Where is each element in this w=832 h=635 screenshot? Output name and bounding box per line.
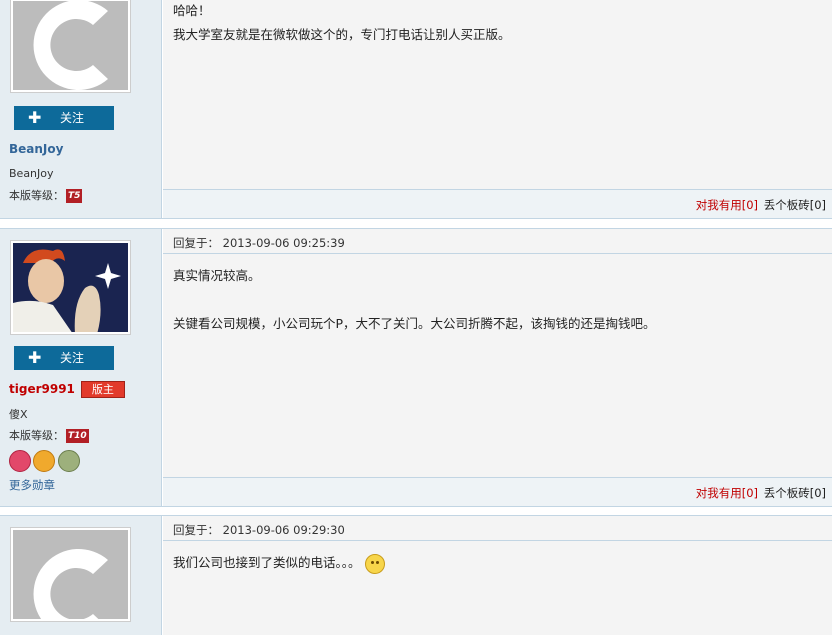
avatar[interactable]: [10, 240, 131, 335]
more-medals-link[interactable]: 更多勋章: [9, 477, 55, 493]
post-main: 回复于： 2013-09-06 09:25:39 真实情况较高。 关键看公司规模…: [163, 229, 832, 506]
user-sidebar: ✚ 关注 BeanJoy BeanJoy 本版等级： T5: [0, 0, 162, 218]
post-content: 哈哈！ 我大学室友就是在微软做这个的，专门打电话让别人买正版。: [173, 3, 511, 42]
post-main: 回复于： 2013-09-06 09:29:30 我们公司也接到了类似的电话。。…: [163, 516, 832, 635]
default-avatar-icon: [13, 530, 128, 619]
brick-link[interactable]: 丢个板砖[0]: [764, 485, 826, 501]
user-sidebar: [0, 516, 162, 635]
post-1: ✚ 关注 BeanJoy BeanJoy 本版等级： T5 哈哈！ 我大学室友就是…: [0, 0, 832, 219]
avatar[interactable]: [10, 0, 131, 93]
username[interactable]: tiger9991 版主: [9, 381, 125, 398]
user-sidebar: ✚ 关注 tiger9991 版主 傻X 本版等级： T10 更多勋章: [0, 229, 162, 506]
post-content: 我们公司也接到了类似的电话。。。: [173, 551, 822, 575]
green-medal-icon[interactable]: [58, 450, 80, 472]
camera-medal-icon[interactable]: [9, 450, 31, 472]
useful-link[interactable]: 对我有用[0]: [696, 485, 758, 501]
divider: [163, 253, 832, 254]
user-title: BeanJoy: [9, 167, 54, 180]
moderator-badge: 版主: [80, 381, 125, 398]
post-footer: 对我有用[0] 丢个板砖[0]: [163, 189, 832, 218]
user-title: 傻X: [9, 408, 28, 421]
post-footer: 对我有用[0] 丢个板砖[0]: [163, 477, 832, 506]
post-time: 回复于： 2013-09-06 09:25:39: [173, 236, 345, 250]
brick-link[interactable]: 丢个板砖[0]: [764, 197, 826, 213]
anime-character-avatar-icon: [13, 243, 128, 332]
post-2: ✚ 关注 tiger9991 版主 傻X 本版等级： T10 更多勋章 回复于： 2…: [0, 228, 832, 507]
follow-button[interactable]: ✚ 关注: [14, 106, 114, 130]
post-time: 回复于： 2013-09-06 09:29:30: [173, 523, 345, 537]
user-level: 本版等级： T10: [9, 429, 89, 443]
default-avatar-icon: [13, 1, 128, 90]
plus-icon: ✚: [28, 108, 42, 127]
post-3: 回复于： 2013-09-06 09:29:30 我们公司也接到了类似的电话。。…: [0, 515, 832, 635]
post-content: 真实情况较高。 关键看公司规模，小公司玩个P，大不了关门。大公司折腾不起，该掏钱…: [173, 268, 656, 331]
username[interactable]: BeanJoy: [9, 142, 63, 156]
confused-smiley-icon: [364, 553, 385, 574]
post-main: 哈哈！ 我大学室友就是在微软做这个的，专门打电话让别人买正版。 对我有用[0] …: [163, 0, 832, 218]
level-badge: T5: [66, 189, 83, 203]
level-badge: T10: [66, 429, 89, 443]
user-level: 本版等级： T5: [9, 189, 83, 203]
plus-icon: ✚: [28, 348, 42, 367]
gold-medal-icon[interactable]: [33, 450, 55, 472]
avatar[interactable]: [10, 527, 131, 622]
follow-button[interactable]: ✚ 关注: [14, 346, 114, 370]
divider: [163, 540, 832, 541]
useful-link[interactable]: 对我有用[0]: [696, 197, 758, 213]
